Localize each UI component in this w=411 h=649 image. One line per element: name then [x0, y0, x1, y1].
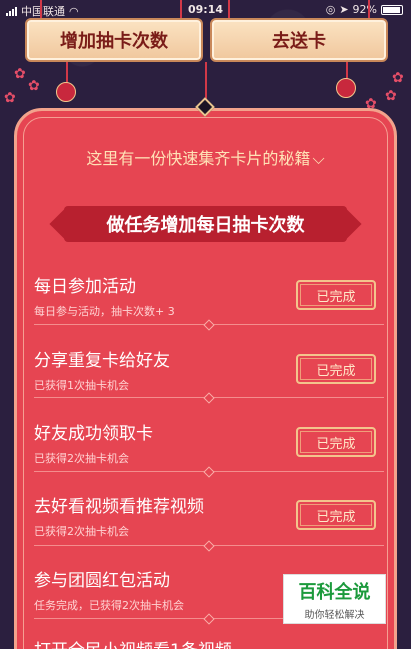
location-icon: ➤ — [339, 3, 349, 16]
battery-icon — [381, 4, 403, 15]
watermark-title: 百科全说 — [298, 581, 371, 603]
task-status-button[interactable]: 已完成 — [296, 354, 376, 384]
section-title: 做任务增加每日抽卡次数 — [64, 206, 347, 242]
task-title: 打开全民小视频看1条视频 — [34, 636, 384, 649]
rope-decoration — [180, 0, 182, 20]
task-item: 每日参加活动 每日参与活动，抽卡次数+ 3 已完成 — [34, 272, 384, 319]
task-item: 分享重复卡给好友 已获得1次抽卡机会 已完成 — [34, 346, 384, 393]
send-card-button[interactable]: 去送卡 — [210, 18, 388, 62]
section-title-text: 做任务增加每日抽卡次数 — [106, 215, 305, 236]
rope-decoration — [228, 0, 230, 20]
status-right: ◎ ➤ 92% — [326, 3, 403, 16]
rope-decoration — [368, 0, 370, 20]
lantern-icon — [336, 78, 356, 98]
watermark-logo: 百科全说 助你轻松解决 — [283, 574, 386, 624]
watermark-subtitle: 助你轻松解决 — [304, 609, 365, 621]
task-item: 去好看视频看推荐视频 已获得2次抽卡机会 已完成 — [34, 492, 384, 539]
alarm-icon: ◎ — [325, 3, 336, 16]
task-status-button[interactable]: 已完成 — [296, 500, 376, 530]
blossom-icon: ✿ — [392, 70, 404, 86]
lantern-icon — [56, 82, 76, 102]
divider — [34, 324, 384, 325]
tips-text: 这里有一份快速集齐卡片的秘籍 — [86, 149, 311, 168]
divider — [34, 471, 384, 472]
blossom-icon: ✿ — [14, 66, 26, 82]
task-status-button[interactable]: 已完成 — [296, 427, 376, 457]
divider — [34, 545, 384, 546]
task-status-button[interactable]: 已完成 — [296, 280, 376, 310]
tassel-decoration — [346, 62, 348, 78]
task-item: 好友成功领取卡 已获得2次抽卡机会 已完成 — [34, 419, 384, 466]
blossom-icon: ✿ — [385, 88, 397, 104]
rope-decoration — [40, 0, 42, 20]
blossom-icon: ✿ — [4, 90, 16, 106]
tassel-decoration — [66, 62, 68, 82]
chevron-down-icon: ⌵ — [312, 149, 325, 168]
task-item: 打开全民小视频看1条视频 — [34, 636, 384, 649]
blossom-icon: ✿ — [28, 78, 40, 94]
status-bar: 中国联通 ◠ 09:14 ◎ ➤ 92% — [0, 0, 411, 20]
rope-decoration — [205, 62, 207, 102]
divider — [34, 397, 384, 398]
battery-percent: 92% — [352, 3, 377, 16]
tips-link[interactable]: 这里有一份快速集齐卡片的秘籍 ⌵ — [0, 145, 411, 169]
add-draw-count-button[interactable]: 增加抽卡次数 — [25, 18, 203, 62]
